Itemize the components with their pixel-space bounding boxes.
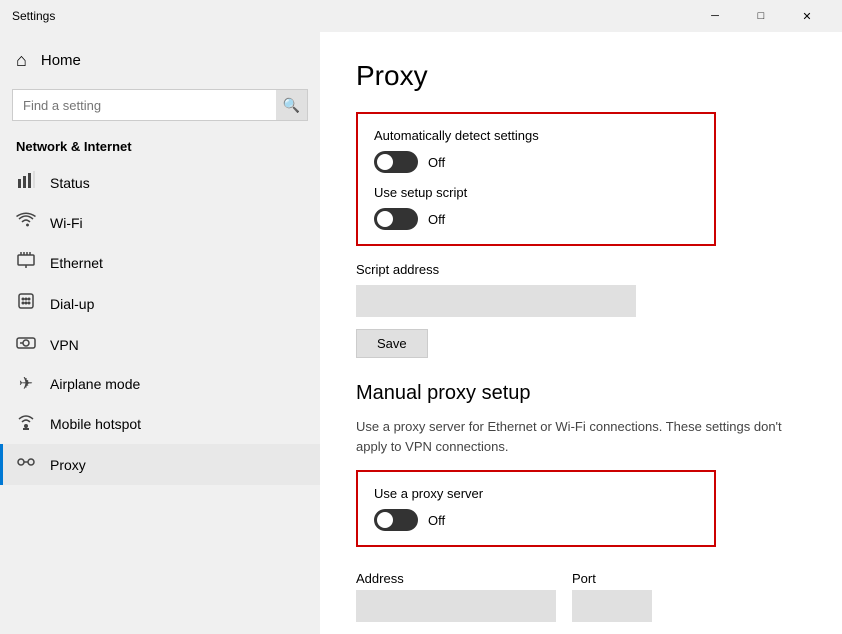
- sidebar-item-airplane[interactable]: ✈ Airplane mode: [0, 365, 320, 403]
- home-label: Home: [41, 52, 81, 69]
- vpn-icon: [16, 333, 36, 356]
- app-container: ⌂ Home 🔍 Network & Internet Status: [0, 32, 842, 634]
- page-title: Proxy: [356, 60, 806, 92]
- minimize-button[interactable]: ─: [692, 0, 738, 32]
- address-group: Address: [356, 571, 556, 622]
- wifi-icon: [16, 212, 36, 233]
- script-address-input[interactable]: [356, 285, 636, 317]
- address-label: Address: [356, 571, 556, 586]
- titlebar-title: Settings: [12, 9, 55, 23]
- hotspot-icon: [16, 412, 36, 435]
- auto-proxy-section: Automatically detect settings Off Use se…: [356, 112, 716, 246]
- setup-script-toggle[interactable]: [374, 208, 418, 230]
- sidebar-item-vpn[interactable]: VPN: [0, 324, 320, 365]
- manual-proxy-title: Manual proxy setup: [356, 382, 806, 405]
- sidebar-section-title: Network & Internet: [0, 133, 320, 162]
- sidebar-label-vpn: VPN: [50, 337, 79, 353]
- status-icon: [16, 171, 36, 194]
- search-box: 🔍: [12, 89, 308, 121]
- port-group: Port: [572, 571, 652, 622]
- auto-detect-toggle-row: Off: [374, 151, 698, 173]
- sidebar-label-status: Status: [50, 175, 90, 191]
- search-icon[interactable]: 🔍: [276, 89, 308, 121]
- setup-script-label: Use setup script: [374, 185, 698, 200]
- save-button[interactable]: Save: [356, 329, 428, 358]
- airplane-icon: ✈: [16, 374, 36, 394]
- ethernet-icon: [16, 251, 36, 274]
- sidebar-item-status[interactable]: Status: [0, 162, 320, 203]
- content-area: Proxy Automatically detect settings Off …: [320, 32, 842, 634]
- port-label: Port: [572, 571, 652, 586]
- manual-proxy-description: Use a proxy server for Ethernet or Wi-Fi…: [356, 417, 796, 456]
- auto-detect-toggle[interactable]: [374, 151, 418, 173]
- proxy-icon: [16, 453, 36, 476]
- address-input[interactable]: [356, 590, 556, 622]
- sidebar-label-airplane: Airplane mode: [50, 376, 140, 392]
- maximize-button[interactable]: □: [738, 0, 784, 32]
- close-button[interactable]: ✕: [784, 0, 830, 32]
- sidebar-label-wifi: Wi-Fi: [50, 215, 83, 231]
- sidebar-label-hotspot: Mobile hotspot: [50, 416, 141, 432]
- auto-detect-state: Off: [428, 155, 445, 170]
- dialup-icon: [16, 292, 36, 315]
- search-input[interactable]: [12, 89, 308, 121]
- proxy-server-toggle[interactable]: [374, 509, 418, 531]
- home-icon: ⌂: [16, 50, 27, 71]
- address-port-row: Address Port: [356, 571, 806, 622]
- proxy-server-label: Use a proxy server: [374, 486, 698, 501]
- sidebar: ⌂ Home 🔍 Network & Internet Status: [0, 32, 320, 634]
- sidebar-label-ethernet: Ethernet: [50, 255, 103, 271]
- sidebar-item-wifi[interactable]: Wi-Fi: [0, 203, 320, 242]
- port-input[interactable]: [572, 590, 652, 622]
- titlebar-controls: ─ □ ✕: [692, 0, 830, 32]
- setup-script-state: Off: [428, 212, 445, 227]
- auto-detect-label: Automatically detect settings: [374, 128, 698, 143]
- titlebar: Settings ─ □ ✕: [0, 0, 842, 32]
- proxy-server-toggle-row: Off: [374, 509, 698, 531]
- sidebar-label-proxy: Proxy: [50, 457, 86, 473]
- proxy-server-section: Use a proxy server Off: [356, 470, 716, 547]
- proxy-server-state: Off: [428, 513, 445, 528]
- sidebar-item-dialup[interactable]: Dial-up: [0, 283, 320, 324]
- sidebar-item-ethernet[interactable]: Ethernet: [0, 242, 320, 283]
- sidebar-item-home[interactable]: ⌂ Home: [0, 40, 320, 81]
- setup-script-toggle-row: Off: [374, 208, 698, 230]
- sidebar-item-hotspot[interactable]: Mobile hotspot: [0, 403, 320, 444]
- script-address-label: Script address: [356, 262, 806, 277]
- sidebar-label-dialup: Dial-up: [50, 296, 94, 312]
- sidebar-item-proxy[interactable]: Proxy: [0, 444, 320, 485]
